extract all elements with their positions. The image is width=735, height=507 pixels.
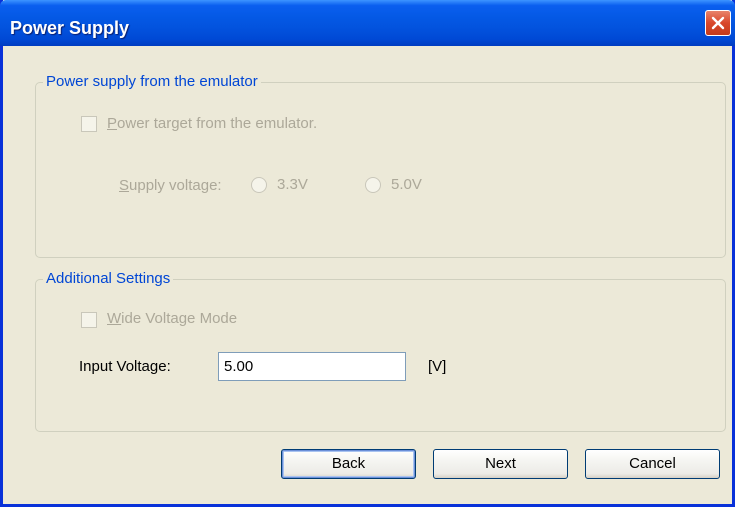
radio-3-3v-label: 3.3V	[277, 176, 308, 193]
power-supply-group: Power supply from the emulator	[35, 73, 726, 258]
power-target-checkbox[interactable]	[81, 116, 97, 132]
supply-voltage-label: Supply voltage:	[119, 177, 222, 194]
additional-settings-group-title: Additional Settings	[43, 270, 174, 287]
wide-voltage-checkbox[interactable]	[81, 312, 97, 328]
back-button-label: Back	[331, 455, 366, 472]
next-button[interactable]: Next	[433, 449, 568, 479]
close-icon	[711, 16, 725, 30]
wide-voltage-label: Wide Voltage Mode	[107, 310, 238, 327]
close-button[interactable]	[705, 10, 731, 36]
radio-3-3v[interactable]	[251, 177, 267, 193]
radio-5-0v-label: 5.0V	[391, 176, 422, 193]
title-bar[interactable]: Power Supply	[0, 0, 735, 46]
radio-5-0v[interactable]	[365, 177, 381, 193]
next-button-label: Next	[485, 455, 516, 472]
input-voltage-label: Input Voltage:	[79, 358, 171, 375]
power-supply-group-title: Power supply from the emulator	[43, 73, 261, 90]
window-title: Power Supply	[10, 18, 130, 38]
cancel-button[interactable]: Cancel	[585, 449, 720, 479]
input-voltage-field[interactable]	[218, 352, 406, 381]
cancel-button-label: Cancel	[629, 455, 676, 472]
back-button[interactable]: Back	[281, 449, 416, 479]
power-supply-dialog: Power Supply Power supply from the emula…	[0, 0, 735, 507]
unit-label: [V]	[428, 358, 447, 375]
power-target-label: Power target from the emulator.	[107, 115, 318, 132]
